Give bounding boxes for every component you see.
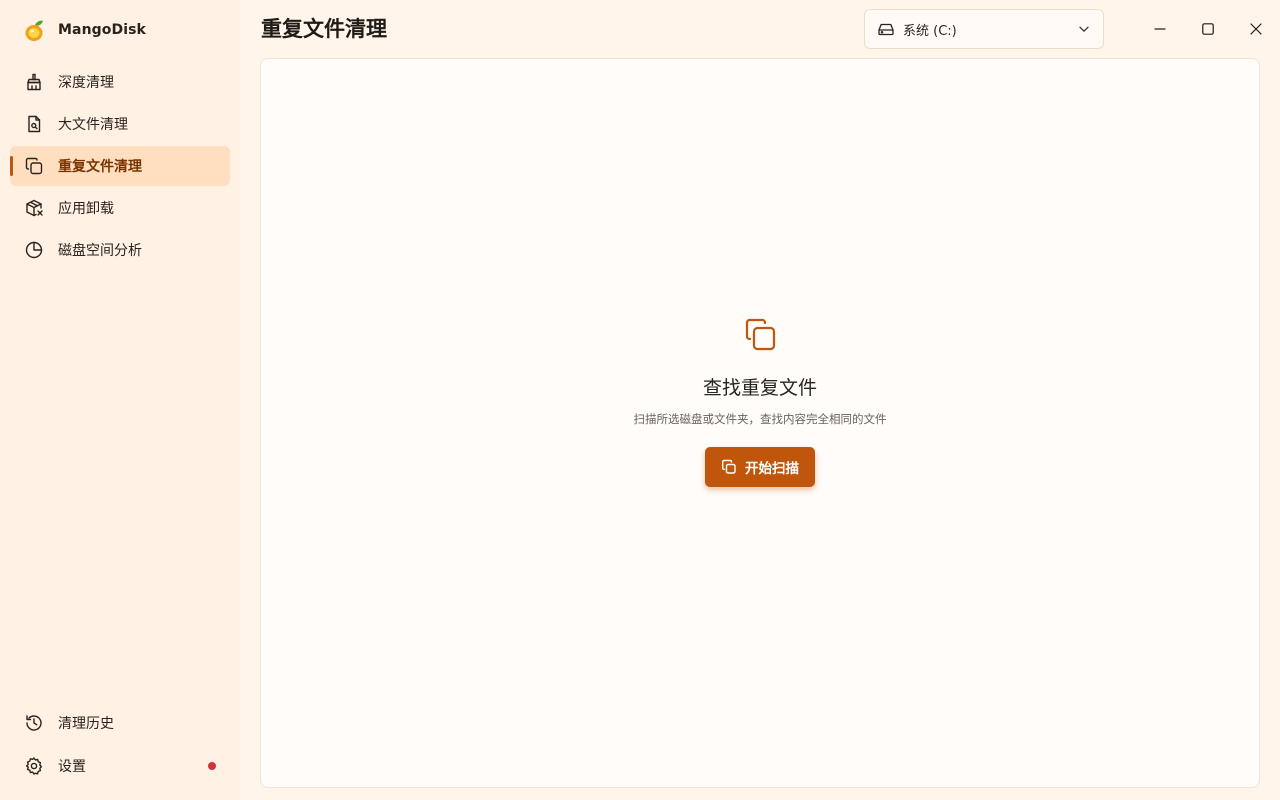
mango-logo-icon — [25, 20, 43, 41]
notification-dot — [208, 762, 216, 770]
sidebar-item-label: 应用卸载 — [58, 201, 114, 217]
sidebar-item-settings[interactable]: 设置 — [10, 746, 230, 786]
chevron-down-icon — [1077, 22, 1091, 36]
sidebar-item-label: 重复文件清理 — [58, 159, 142, 175]
sidebar-item-duplicate-files[interactable]: 重复文件清理 — [10, 146, 230, 186]
close-icon — [1250, 23, 1262, 35]
sidebar-item-label: 磁盘空间分析 — [58, 243, 142, 259]
broom-icon — [24, 72, 44, 92]
sidebar-item-label: 设置 — [58, 759, 86, 775]
sidebar-item-disk-analysis[interactable]: 磁盘空间分析 — [10, 230, 230, 270]
file-search-icon — [24, 114, 44, 134]
maximize-icon — [1202, 23, 1214, 35]
sidebar-item-label: 大文件清理 — [58, 117, 128, 133]
sidebar-item-label: 深度清理 — [58, 75, 114, 91]
start-scan-button[interactable]: 开始扫描 — [705, 447, 815, 487]
brand: MangoDisk — [24, 18, 146, 42]
close-button[interactable] — [1236, 10, 1276, 48]
hard-drive-icon — [877, 20, 895, 38]
sidebar: MangoDisk 深度清理 大文件清理 重复文件清理 应用卸载 磁盘空间分析 … — [0, 0, 240, 800]
empty-state-title: 查找重复文件 — [702, 377, 817, 399]
minimize-button[interactable] — [1140, 10, 1180, 48]
copy-icon — [24, 156, 44, 176]
package-remove-icon — [24, 198, 44, 218]
content-panel: 查找重复文件 扫描所选磁盘或文件夹，查找内容完全相同的文件 开始扫描 — [260, 58, 1260, 788]
empty-state: 查找重复文件 扫描所选磁盘或文件夹，查找内容完全相同的文件 开始扫描 — [261, 315, 1259, 487]
start-scan-label: 开始扫描 — [745, 461, 799, 477]
page-title: 重复文件清理 — [261, 17, 387, 41]
sidebar-nav: 深度清理 大文件清理 重复文件清理 应用卸载 磁盘空间分析 — [10, 62, 230, 272]
sidebar-item-large-files[interactable]: 大文件清理 — [10, 104, 230, 144]
sidebar-item-label: 清理历史 — [58, 716, 114, 732]
sidebar-item-history[interactable]: 清理历史 — [10, 703, 230, 743]
drive-select-value: 系统 (C:) — [903, 23, 957, 39]
history-icon — [24, 713, 44, 733]
empty-state-description: 扫描所选磁盘或文件夹，查找内容完全相同的文件 — [633, 412, 887, 426]
maximize-button[interactable] — [1188, 10, 1228, 48]
sidebar-item-app-uninstall[interactable]: 应用卸载 — [10, 188, 230, 228]
sidebar-item-deep-clean[interactable]: 深度清理 — [10, 62, 230, 102]
app-window: MangoDisk 深度清理 大文件清理 重复文件清理 应用卸载 磁盘空间分析 … — [0, 0, 1280, 800]
copy-icon — [722, 459, 736, 474]
app-name: MangoDisk — [58, 22, 146, 38]
drive-select[interactable]: 系统 (C:) — [864, 9, 1104, 49]
pie-chart-icon — [24, 240, 44, 260]
copy-icon — [745, 318, 776, 351]
sidebar-bottom-nav: 清理历史 设置 — [10, 703, 230, 789]
minimize-icon — [1154, 28, 1166, 30]
gear-icon — [24, 756, 44, 776]
